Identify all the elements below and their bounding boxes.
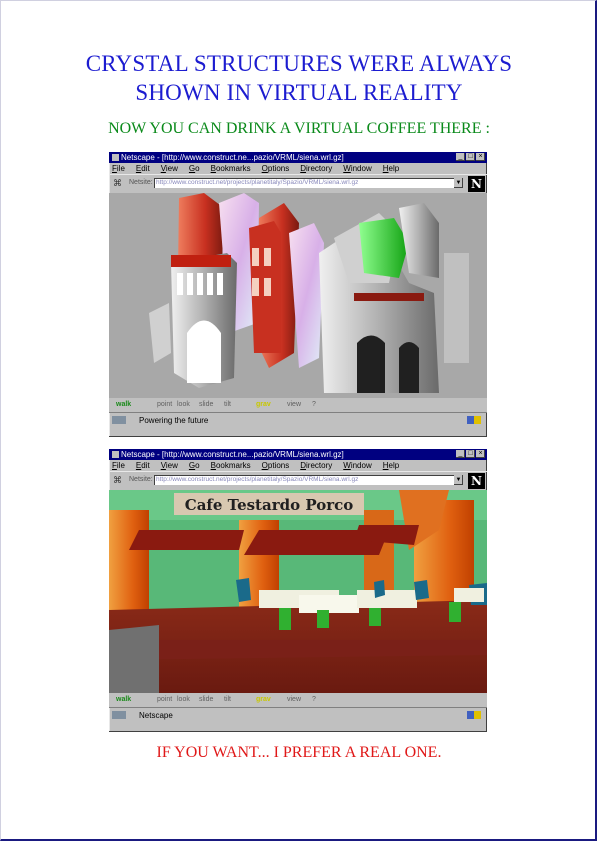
netscape-app-icon [112,154,119,161]
nav-walk-button[interactable]: walk [116,693,131,707]
nav-point-button[interactable]: point [157,398,172,412]
status-text: Powering the future [139,416,209,425]
mail-icon[interactable] [467,416,481,424]
close-icon[interactable]: × [476,153,485,161]
status-bar: Powering the future [109,412,487,428]
nav-look-button[interactable]: look [177,693,190,707]
security-key-icon [112,711,126,719]
mail-icon[interactable] [467,711,481,719]
menu-file[interactable]: File [112,460,125,471]
menu-bookmarks[interactable]: Bookmarks [211,460,251,471]
cafe-sign-text: Cafe Testardo Porco [185,496,354,514]
nav-tilt-button[interactable]: tilt [224,398,231,412]
minimize-icon[interactable]: _ [456,450,465,458]
nav-point-button[interactable]: point [157,693,172,707]
menu-view[interactable]: View [161,163,178,174]
window-title: Netscape - [http://www.construct.ne...pa… [121,153,344,162]
window-titlebar[interactable]: Netscape - [http://www.construct.ne...pa… [109,449,487,460]
menu-help[interactable]: Help [383,163,399,174]
security-key-icon [112,416,126,424]
nav-gravity-button[interactable]: grav [256,693,271,707]
location-input[interactable]: http://www.construct.net/projects/planet… [154,178,460,188]
nav-view-button[interactable]: view [287,398,301,412]
chevron-down-icon[interactable]: ▼ [454,475,463,485]
menu-window[interactable]: Window [343,460,371,471]
netscape-n-logo[interactable]: N [468,473,485,489]
nav-look-button[interactable]: look [177,398,190,412]
nav-help-button[interactable]: ? [312,398,316,412]
menu-view[interactable]: View [161,460,178,471]
browser-window-2: Netscape - [http://www.construct.ne...pa… [109,449,487,732]
browser-window-1: Netscape - [http://www.construct.ne...pa… [109,152,487,437]
menu-options[interactable]: Options [262,460,290,471]
page-title-line-1: CRYSTAL STRUCTURES WERE ALWAYS [85,51,513,76]
nav-slide-button[interactable]: slide [199,693,213,707]
maximize-icon[interactable]: □ [466,153,475,161]
cafe-scene: Cafe Testardo Porco [109,490,487,693]
status-bar: Netscape [109,707,487,723]
page-footer: IF YOU WANT... I PREFER A REAL ONE. [156,744,442,761]
menu-bar: File Edit View Go Bookmarks Options Dire… [109,163,487,174]
nav-slide-button[interactable]: slide [199,398,213,412]
nav-walk-button[interactable]: walk [116,398,131,412]
location-bar: ⌘ Netsite: http://www.construct.net/proj… [109,174,487,193]
vrml-nav-bar: walk point look slide tilt grav view ? [109,693,487,707]
page-proxy-icon[interactable]: ⌘ [112,475,123,486]
nav-tilt-button[interactable]: tilt [224,693,231,707]
location-bar: ⌘ Netsite: http://www.construct.net/proj… [109,471,487,490]
close-icon[interactable]: × [476,450,485,458]
netscape-app-icon [112,451,119,458]
window-title: Netscape - [http://www.construct.ne...pa… [121,450,344,459]
menu-file[interactable]: File [112,163,125,174]
menu-directory[interactable]: Directory [300,460,332,471]
siena-buildings-scene [109,193,487,398]
nav-help-button[interactable]: ? [312,693,316,707]
status-text: Netscape [139,711,173,720]
window-titlebar[interactable]: Netscape - [http://www.construct.ne...pa… [109,152,487,163]
menu-help[interactable]: Help [383,460,399,471]
menu-edit[interactable]: Edit [136,163,150,174]
menu-edit[interactable]: Edit [136,460,150,471]
vrml-viewport-siena[interactable] [109,193,487,398]
netscape-n-logo[interactable]: N [468,176,485,192]
maximize-icon[interactable]: □ [466,450,475,458]
location-input[interactable]: http://www.construct.net/projects/planet… [154,475,460,485]
page-title-line-2: SHOWN IN VIRTUAL REALITY [135,80,463,105]
location-label: Netsite: [129,476,153,483]
menu-go[interactable]: Go [189,163,200,174]
nav-view-button[interactable]: view [287,693,301,707]
page-subtitle: NOW YOU CAN DRINK A VIRTUAL COFFEE THERE… [108,120,490,137]
page-proxy-icon[interactable]: ⌘ [112,178,123,189]
vrml-viewport-cafe[interactable]: Cafe Testardo Porco [109,490,487,693]
menu-directory[interactable]: Directory [300,163,332,174]
vrml-nav-bar: walk point look slide tilt grav view ? [109,398,487,412]
menu-window[interactable]: Window [343,163,371,174]
nav-gravity-button[interactable]: grav [256,398,271,412]
chevron-down-icon[interactable]: ▼ [454,178,463,188]
minimize-icon[interactable]: _ [456,153,465,161]
menu-bookmarks[interactable]: Bookmarks [211,163,251,174]
menu-options[interactable]: Options [262,163,290,174]
menu-bar: File Edit View Go Bookmarks Options Dire… [109,460,487,471]
location-label: Netsite: [129,179,153,186]
menu-go[interactable]: Go [189,460,200,471]
